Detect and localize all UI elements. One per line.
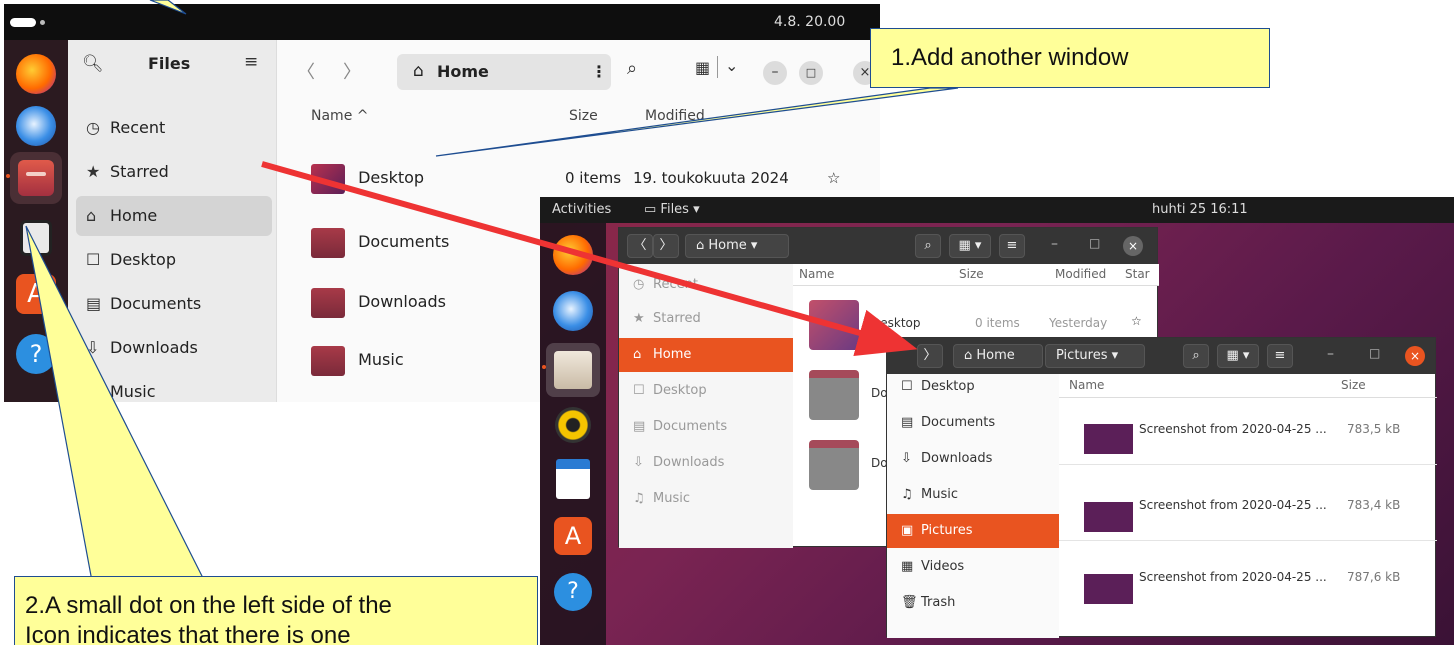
red-arrow: [261, 161, 918, 357]
callout-2: 2.A small dot on the left side of the Ic…: [14, 576, 538, 645]
callout-1-pointer: [435, 87, 959, 157]
callout-1: 1.Add another window: [870, 28, 1270, 88]
annotated-screenshot-composite: 4.8. 20.00 A ? 🔍︎ Files ≡ ◷ Recent ★ Starr…: [0, 0, 1454, 645]
callout-2-line-1: 2.A small dot on the left side of the: [25, 592, 392, 619]
annotation-overlay: [25, 0, 959, 593]
callout-2-line-2: Icon indicates that there is one: [25, 622, 351, 645]
callout-pointer-top: [149, 0, 187, 15]
callout-2-pointer: [25, 225, 211, 593]
